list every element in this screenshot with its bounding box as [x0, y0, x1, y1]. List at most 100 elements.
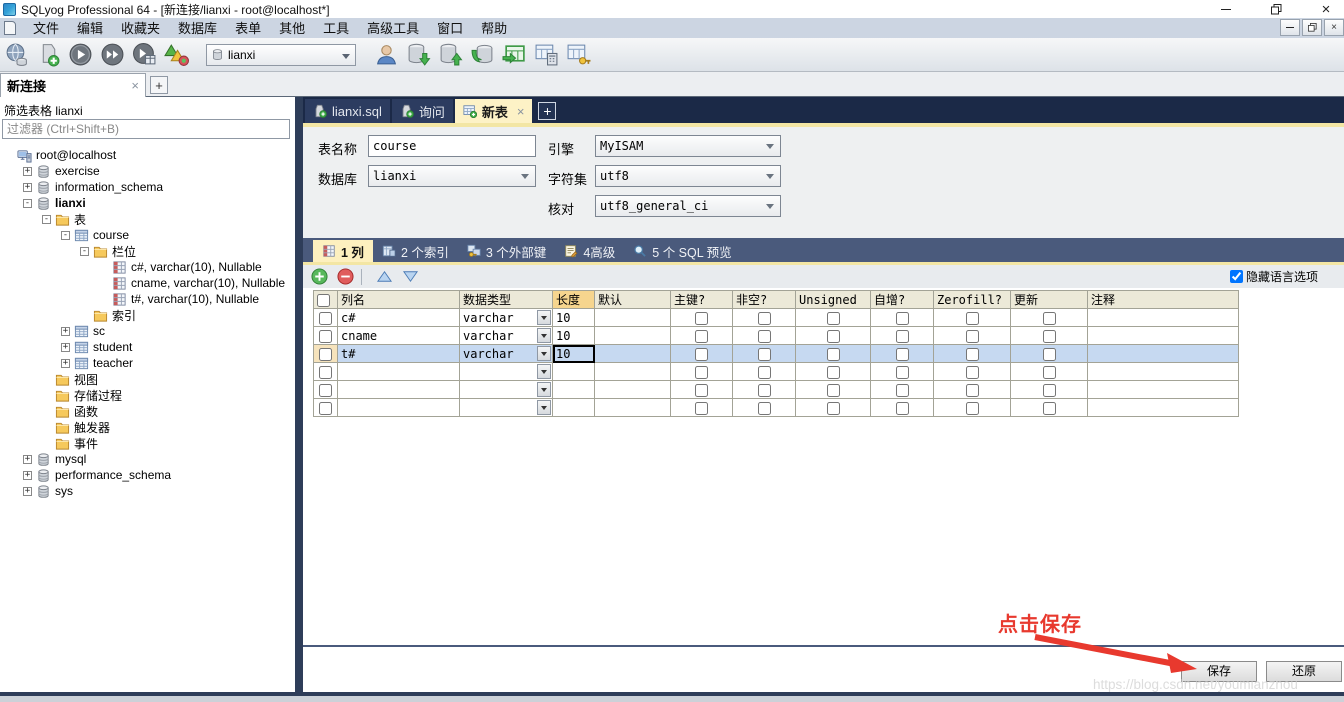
remove-column-button[interactable] — [335, 267, 355, 287]
flag-checkbox[interactable] — [896, 348, 909, 361]
row-select-checkbox[interactable] — [319, 366, 332, 379]
flag-checkbox[interactable] — [695, 330, 708, 343]
menu-item-1[interactable]: 编辑 — [68, 19, 112, 38]
restore-database-icon[interactable] — [436, 41, 464, 69]
menu-item-7[interactable]: 高级工具 — [358, 19, 428, 38]
cell-length[interactable] — [553, 399, 595, 417]
cell-comment[interactable] — [1088, 363, 1239, 381]
column-header-1[interactable]: 数据类型 — [460, 291, 553, 309]
flag-checkbox[interactable] — [758, 330, 771, 343]
new-editor-tab-button[interactable]: + — [538, 102, 556, 120]
tree-item[interactable]: -course — [0, 227, 295, 243]
flag-checkbox[interactable] — [758, 384, 771, 397]
charset-select[interactable]: utf8 — [595, 165, 781, 187]
tree-item[interactable]: t#, varchar(10), Nullable — [0, 291, 295, 307]
mdi-restore-button[interactable] — [1302, 19, 1322, 36]
tree-item[interactable]: 视图 — [0, 371, 295, 387]
flag-checkbox[interactable] — [966, 312, 979, 325]
flag-checkbox[interactable] — [695, 384, 708, 397]
flag-checkbox[interactable] — [827, 330, 840, 343]
flag-checkbox[interactable] — [827, 384, 840, 397]
cell-column-name[interactable]: t# — [338, 345, 460, 363]
cell-data-type[interactable]: varchar — [460, 327, 553, 345]
collapse-icon[interactable]: - — [61, 231, 70, 240]
flag-checkbox[interactable] — [695, 366, 708, 379]
tree-item[interactable]: -lianxi — [0, 195, 295, 211]
add-column-button[interactable] — [309, 267, 329, 287]
tree-item[interactable]: 事件 — [0, 435, 295, 451]
connection-manager-icon[interactable] — [2, 41, 30, 69]
menu-item-5[interactable]: 其他 — [270, 19, 314, 38]
expand-icon[interactable]: + — [23, 183, 32, 192]
cell-column-name[interactable] — [338, 363, 460, 381]
menu-item-8[interactable]: 窗口 — [428, 19, 472, 38]
move-column-up-button[interactable] — [374, 267, 394, 287]
flag-checkbox[interactable] — [1043, 384, 1056, 397]
mdi-close-button[interactable]: × — [1324, 19, 1344, 36]
menu-item-0[interactable]: 文件 — [24, 19, 68, 38]
cell-default[interactable] — [595, 309, 671, 327]
flag-checkbox[interactable] — [1043, 348, 1056, 361]
connection-tab[interactable]: 新连接 × — [0, 73, 146, 97]
move-column-down-button[interactable] — [400, 267, 420, 287]
cell-data-type[interactable] — [460, 363, 553, 381]
column-header-10[interactable]: 注释 — [1088, 291, 1239, 309]
tree-item[interactable]: -表 — [0, 211, 295, 227]
cell-column-name[interactable] — [338, 399, 460, 417]
tree-item[interactable]: 存储过程 — [0, 387, 295, 403]
cell-length[interactable] — [553, 363, 595, 381]
flag-checkbox[interactable] — [896, 384, 909, 397]
tree-item[interactable]: +sc — [0, 323, 295, 339]
expand-icon[interactable]: + — [23, 487, 32, 496]
flag-checkbox[interactable] — [966, 366, 979, 379]
flag-checkbox[interactable] — [758, 348, 771, 361]
cell-column-name[interactable] — [338, 381, 460, 399]
database-select[interactable]: lianxi — [368, 165, 536, 187]
row-select-checkbox[interactable] — [319, 330, 332, 343]
flag-checkbox[interactable] — [695, 402, 708, 415]
flag-checkbox[interactable] — [966, 402, 979, 415]
cell-comment[interactable] — [1088, 309, 1239, 327]
tree-item[interactable]: 索引 — [0, 307, 295, 323]
new-query-editor-icon[interactable] — [34, 41, 62, 69]
flag-checkbox[interactable] — [1043, 402, 1056, 415]
flag-checkbox[interactable] — [758, 312, 771, 325]
column-header-2[interactable]: 长度 — [553, 291, 595, 309]
cell-column-name[interactable]: c# — [338, 309, 460, 327]
flag-checkbox[interactable] — [896, 312, 909, 325]
expand-icon[interactable]: + — [23, 455, 32, 464]
flag-checkbox[interactable] — [966, 348, 979, 361]
tree-item[interactable]: +performance_schema — [0, 467, 295, 483]
cell-default[interactable] — [595, 345, 671, 363]
subtab-0[interactable]: 1 列 — [313, 240, 373, 262]
flag-checkbox[interactable] — [966, 330, 979, 343]
flag-checkbox[interactable] — [896, 366, 909, 379]
expand-icon[interactable]: + — [61, 359, 70, 368]
close-button[interactable]: × — [1316, 1, 1336, 17]
tree-item[interactable]: root@localhost — [0, 147, 295, 163]
tree-item[interactable]: +teacher — [0, 355, 295, 371]
flag-checkbox[interactable] — [1043, 312, 1056, 325]
flag-checkbox[interactable] — [966, 384, 979, 397]
tree-item[interactable]: 函数 — [0, 403, 295, 419]
type-dropdown-button[interactable] — [537, 400, 551, 415]
flag-checkbox[interactable] — [1043, 366, 1056, 379]
expand-icon[interactable]: + — [23, 167, 32, 176]
editor-tab-1[interactable]: 询问 — [392, 99, 453, 123]
flag-checkbox[interactable] — [758, 402, 771, 415]
cell-data-type[interactable] — [460, 381, 553, 399]
flag-checkbox[interactable] — [758, 366, 771, 379]
cell-length[interactable]: 10 — [553, 345, 595, 363]
menu-item-3[interactable]: 数据库 — [169, 19, 226, 38]
database-dropdown[interactable]: lianxi — [206, 44, 356, 66]
panel-splitter[interactable] — [295, 97, 303, 692]
tab-close-icon[interactable]: × — [517, 104, 525, 119]
execute-all-queries-icon[interactable] — [98, 41, 126, 69]
cell-default[interactable] — [595, 327, 671, 345]
cell-data-type[interactable] — [460, 399, 553, 417]
row-select-checkbox[interactable] — [319, 402, 332, 415]
hide-language-options-checkbox[interactable] — [1230, 270, 1243, 283]
restore-button[interactable] — [1266, 1, 1286, 17]
menu-item-2[interactable]: 收藏夹 — [112, 19, 169, 38]
flag-checkbox[interactable] — [695, 312, 708, 325]
